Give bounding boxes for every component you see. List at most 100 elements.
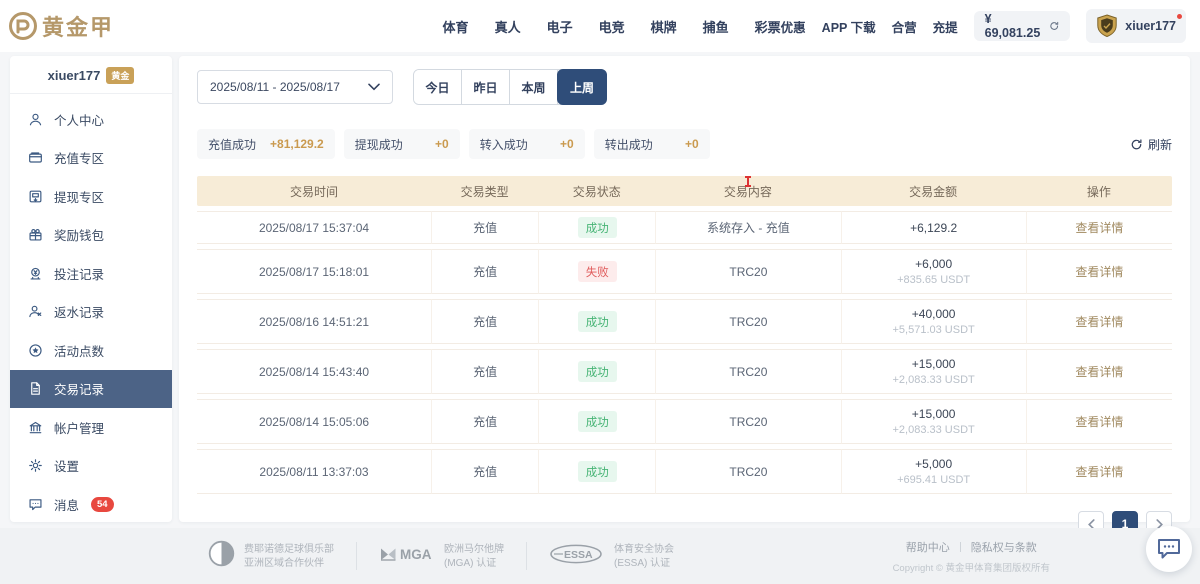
sidebar-item-deposit-zone[interactable]: 充值专区: [10, 139, 172, 178]
topbar-right: 优惠 APP 下载合营充提 ¥ 69,081.25 xiuer177: [781, 9, 1186, 43]
table-row: 2025/08/14 15:05:06 充值 成功 TRC20 +15,000 …: [197, 399, 1172, 444]
rebate-icon: [28, 304, 44, 320]
profile-block: xiuer177 黄金: [10, 56, 172, 94]
tab-period-3[interactable]: 上周: [557, 69, 607, 105]
balance-pill[interactable]: ¥ 69,081.25: [974, 11, 1071, 41]
stat-transfer-out-success: 转出成功 +0: [594, 129, 710, 159]
cell-action: 查看详情: [1026, 399, 1172, 444]
view-details-link[interactable]: 查看详情: [1075, 415, 1123, 429]
nav-item-3[interactable]: 电竞: [599, 17, 625, 36]
sidebar-item-reward-wallet[interactable]: 奖励钱包: [10, 216, 172, 255]
nav-item-6[interactable]: 彩票: [755, 17, 781, 36]
sidebar-item-bet-records[interactable]: 投注记录: [10, 254, 172, 293]
nav-item-1[interactable]: 真人: [495, 17, 521, 36]
transactions-table: 交易时间交易类型交易状态交易内容交易金额操作 2025/08/17 15:37:…: [197, 171, 1172, 499]
document-icon: [28, 381, 44, 397]
cell-action: 查看详情: [1026, 299, 1172, 344]
footer-link-1[interactable]: 隐私权与条款: [971, 539, 1037, 555]
sidebar-item-personal-center[interactable]: 个人中心: [10, 100, 172, 139]
cell-type: 充值: [431, 211, 538, 244]
divider: [356, 542, 357, 570]
cell-amount: +40,000 +5,571.03 USDT: [841, 299, 1026, 344]
column-header-4: 交易金额: [841, 176, 1026, 206]
cell-status: 成功: [538, 349, 655, 394]
sidebar-username: xiuer177: [48, 68, 101, 83]
cell-action: 查看详情: [1026, 449, 1172, 494]
cell-time: 2025/08/16 14:51:21: [197, 299, 431, 344]
table-row: 2025/08/17 15:18:01 充值 失败 TRC20 +6,000 +…: [197, 249, 1172, 294]
header-username: xiuer177: [1125, 19, 1176, 33]
column-header-0: 交易时间: [197, 176, 431, 206]
cell-content: TRC20: [655, 449, 840, 494]
partner-mga: MGA 欧洲马尔他牌 (MGA) 认证: [379, 544, 504, 569]
cell-content: TRC20: [655, 399, 840, 444]
sidebar-item-withdraw-zone[interactable]: 提现专区: [10, 177, 172, 216]
footer-links: 帮助中心 隐私权与条款: [893, 539, 1050, 555]
status-badge: 成功: [578, 411, 617, 432]
quick-link-0[interactable]: 优惠: [781, 17, 806, 36]
bet-record-icon: [28, 265, 44, 281]
view-details-link[interactable]: 查看详情: [1075, 315, 1123, 329]
live-chat-button[interactable]: [1146, 526, 1192, 572]
footer-right: 帮助中心 隐私权与条款 Copyright © 黄金甲体育集团版权所有: [893, 539, 1050, 574]
cell-action: 查看详情: [1026, 349, 1172, 394]
stat-deposit-success: 充值成功 +81,129.2: [197, 129, 335, 159]
cell-time: 2025/08/17 15:37:04: [197, 211, 431, 244]
cell-type: 充值: [431, 399, 538, 444]
cell-time: 2025/08/17 15:18:01: [197, 249, 431, 294]
sidebar-item-rebate-records[interactable]: 返水记录: [10, 293, 172, 332]
date-range-picker[interactable]: 2025/08/11 - 2025/08/17: [197, 70, 393, 104]
refresh-label: 刷新: [1148, 136, 1172, 153]
sidebar-item-settings[interactable]: 设置: [10, 447, 172, 486]
nav-item-5[interactable]: 捕鱼: [703, 17, 729, 36]
sidebar-item-transaction-records[interactable]: 交易记录: [10, 370, 172, 409]
sidebar-menu: 个人中心 充值专区 提现专区 奖励钱包 投注记录 返水记录 活动点数 交易记录: [10, 94, 172, 522]
view-details-link[interactable]: 查看详情: [1075, 265, 1123, 279]
quick-link-1[interactable]: APP 下载: [822, 17, 876, 36]
nav-item-0[interactable]: 体育: [443, 17, 469, 36]
user-icon: [28, 111, 44, 127]
chat-icon: [28, 496, 44, 512]
view-details-link[interactable]: 查看详情: [1075, 221, 1123, 235]
site-logo[interactable]: 黄金甲: [8, 10, 188, 42]
view-details-link[interactable]: 查看详情: [1075, 465, 1123, 479]
cell-status: 成功: [538, 299, 655, 344]
cell-amount: +6,000 +835.65 USDT: [841, 249, 1026, 294]
quick-link-3[interactable]: 充提: [933, 17, 958, 36]
tab-period-0[interactable]: 今日: [414, 70, 462, 104]
tab-period-1[interactable]: 昨日: [462, 70, 510, 104]
sidebar-item-activity-points[interactable]: 活动点数: [10, 331, 172, 370]
footer-link-0[interactable]: 帮助中心: [906, 539, 950, 555]
view-details-link[interactable]: 查看详情: [1075, 365, 1123, 379]
balance-amount: ¥ 69,081.25: [985, 12, 1042, 40]
chevron-down-icon: [368, 83, 380, 91]
sidebar-item-messages[interactable]: 消息 54: [10, 485, 172, 522]
tab-period-2[interactable]: 本周: [510, 70, 558, 104]
sidebar-item-account-management[interactable]: 帐户管理: [10, 408, 172, 447]
filter-row: 2025/08/11 - 2025/08/17 今日昨日本周上周: [197, 69, 1172, 105]
svg-text:MGA: MGA: [400, 547, 432, 562]
cell-type: 充值: [431, 299, 538, 344]
quick-link-2[interactable]: 合营: [892, 17, 917, 36]
content-area: xiuer177 黄金 个人中心 充值专区 提现专区 奖励钱包 投注记录 返水记…: [0, 52, 1200, 528]
logo-mark-icon: [8, 11, 38, 41]
nav-item-2[interactable]: 电子: [547, 17, 573, 36]
partner-logos: 费耶诺德足球俱乐部 亚洲区域合作伙伴 MGA 欧洲马尔他牌 (MGA) 认证 E…: [208, 540, 674, 572]
bank-icon: [28, 419, 44, 435]
refresh-button[interactable]: 刷新: [1130, 136, 1172, 153]
svg-text:ESSA: ESSA: [564, 549, 593, 561]
cell-status: 成功: [538, 449, 655, 494]
withdraw-icon: [28, 188, 44, 204]
cell-time: 2025/08/11 13:37:03: [197, 449, 431, 494]
stats-row: 充值成功 +81,129.2 提现成功 +0 转入成功 +0 转出成功 +0 刷…: [197, 129, 1172, 159]
refresh-balance-icon[interactable]: [1049, 20, 1059, 32]
cell-type: 充值: [431, 449, 538, 494]
cell-status: 成功: [538, 211, 655, 244]
cell-time: 2025/08/14 15:05:06: [197, 399, 431, 444]
partner-feyenoord: 费耶诺德足球俱乐部 亚洲区域合作伙伴: [208, 540, 334, 572]
essa-logo-icon: ESSA: [549, 544, 605, 569]
chat-bubble-icon: [1156, 537, 1182, 561]
cell-status: 成功: [538, 399, 655, 444]
user-menu[interactable]: xiuer177: [1086, 9, 1186, 43]
nav-item-4[interactable]: 棋牌: [651, 17, 677, 36]
